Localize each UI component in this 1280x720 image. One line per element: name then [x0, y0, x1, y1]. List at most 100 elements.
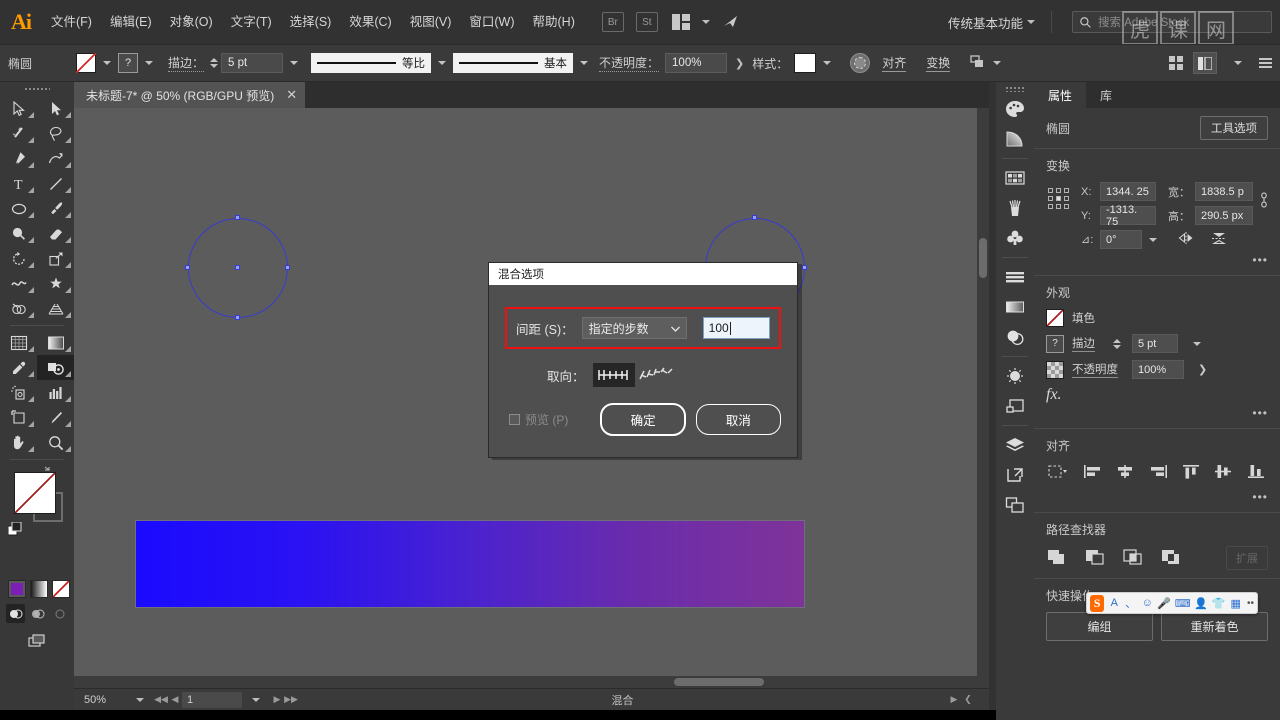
menu-file[interactable]: 文件(F): [42, 0, 101, 44]
artboards-icon[interactable]: [1000, 391, 1030, 421]
link-dimensions-icon[interactable]: [1257, 190, 1271, 213]
preview-checkbox[interactable]: [509, 414, 520, 425]
preview-checkbox-group[interactable]: 预览 (P): [509, 411, 590, 428]
document-tab[interactable]: 未标题-7* @ 50% (RGB/GPU 预览) ✕: [74, 82, 306, 108]
fx-button[interactable]: fx.: [1046, 386, 1062, 404]
transform-link[interactable]: 变换: [926, 54, 951, 72]
tool-width[interactable]: [0, 271, 37, 296]
opacity-field-properties[interactable]: 100%: [1132, 360, 1184, 379]
panel-chevron-icon[interactable]: [1234, 61, 1242, 65]
first-artboard-button[interactable]: ◀◀: [154, 694, 168, 705]
menu-effect[interactable]: 效果(C): [340, 0, 400, 44]
asset-export-icon[interactable]: [1000, 490, 1030, 520]
workspace-name[interactable]: 传统基本功能: [948, 13, 1023, 32]
opacity-expand-chevron-icon[interactable]: ❯: [1198, 363, 1207, 376]
align-to-page-icon[interactable]: [592, 363, 635, 387]
status-zoom-value[interactable]: 50%: [74, 694, 126, 706]
anchor-point[interactable]: [285, 265, 290, 270]
workspace-chevron-icon[interactable]: [1027, 20, 1035, 24]
dock-drag-handle[interactable]: [1005, 86, 1025, 92]
tab-libraries[interactable]: 库: [1086, 82, 1126, 108]
artboard-chevron-icon[interactable]: [252, 697, 260, 702]
group-button[interactable]: 编组: [1046, 612, 1153, 641]
gradient-mode-button[interactable]: [30, 580, 48, 598]
x-field[interactable]: 1344. 25: [1100, 182, 1156, 201]
ok-button[interactable]: 确定: [600, 403, 686, 436]
align-right-icon[interactable]: [1148, 464, 1168, 482]
menu-help[interactable]: 帮助(H): [524, 0, 584, 44]
draw-normal-icon[interactable]: [6, 604, 25, 623]
sogou-logo-icon[interactable]: S: [1090, 594, 1105, 612]
flip-vertical-icon[interactable]: [1210, 231, 1228, 248]
status-expand-icon[interactable]: ▶: [947, 694, 961, 705]
scrollbar-thumb[interactable]: [674, 678, 764, 686]
ime-toolbar[interactable]: S A 、 ☺ 🎤 ⌨ 👤 👕 ▦ ••: [1086, 592, 1258, 614]
tool-selection[interactable]: [0, 96, 37, 121]
tool-eyedropper[interactable]: [0, 355, 37, 380]
symbols-icon[interactable]: [1000, 223, 1030, 253]
color-mode-button[interactable]: [8, 580, 26, 598]
tool-options-button[interactable]: 工具选项: [1200, 116, 1268, 140]
align-link[interactable]: 对齐: [882, 54, 907, 72]
angle-field[interactable]: 0°: [1100, 230, 1142, 249]
apps-grid-icon[interactable]: [1169, 56, 1183, 70]
menu-edit[interactable]: 编辑(E): [101, 0, 161, 44]
edit-toolbar-icon[interactable]: [0, 633, 74, 649]
anchor-point[interactable]: [752, 215, 757, 220]
align-center-horizontal-icon[interactable]: [1115, 464, 1135, 482]
pathfinder-exclude-icon[interactable]: [1160, 548, 1182, 569]
last-artboard-button[interactable]: ▶▶: [284, 694, 298, 705]
properties-panel-toggle-icon[interactable]: [1193, 52, 1217, 74]
canvas-vertical-scrollbar[interactable]: [977, 108, 989, 688]
stroke-icon[interactable]: [1000, 262, 1030, 292]
flip-horizontal-icon[interactable]: [1178, 231, 1196, 248]
tool-slice[interactable]: [37, 405, 74, 430]
tool-shaper[interactable]: [0, 221, 37, 246]
reference-point-selector[interactable]: [1048, 188, 1069, 209]
tool-pen[interactable]: [0, 146, 37, 171]
menu-view[interactable]: 视图(V): [401, 0, 461, 44]
gradient-panel-icon[interactable]: [1000, 292, 1030, 322]
fill-swatch-properties[interactable]: [1046, 309, 1064, 327]
swap-fill-stroke-icon[interactable]: [44, 466, 56, 478]
align-left-icon[interactable]: [1083, 464, 1103, 482]
tool-column-graph[interactable]: [37, 380, 74, 405]
align-top-icon[interactable]: [1181, 464, 1201, 482]
tool-curvature[interactable]: [37, 146, 74, 171]
gradient-icon[interactable]: [1000, 124, 1030, 154]
zoom-chevron-icon[interactable]: [136, 697, 144, 702]
transform-more-button[interactable]: •••: [1046, 253, 1268, 267]
align-bottom-icon[interactable]: [1246, 464, 1266, 482]
fill-color-box[interactable]: [14, 472, 56, 514]
tool-mesh[interactable]: [0, 330, 37, 355]
tool-artboard[interactable]: [0, 405, 37, 430]
tool-perspective-grid[interactable]: [37, 296, 74, 321]
artboard-number-field[interactable]: 1: [182, 691, 242, 708]
tool-symbol-sprayer[interactable]: [0, 380, 37, 405]
draw-behind-icon[interactable]: [28, 604, 47, 623]
stroke-weight-field[interactable]: 5 pt: [221, 53, 284, 73]
scrollbar-thumb[interactable]: [979, 238, 987, 278]
stroke-weight-stepper[interactable]: [1113, 338, 1121, 349]
tool-blend[interactable]: [37, 355, 74, 380]
stroke-swatch[interactable]: ?: [118, 53, 138, 73]
brush-definition-preview[interactable]: 基本: [453, 53, 574, 73]
tool-scale[interactable]: [37, 246, 74, 271]
appearance-more-button[interactable]: •••: [1046, 406, 1268, 420]
next-artboard-button[interactable]: ▶: [270, 694, 284, 705]
angle-chevron-icon[interactable]: [1149, 237, 1157, 242]
tool-zoom[interactable]: [37, 430, 74, 455]
fill-chevron-icon[interactable]: [103, 61, 111, 65]
brushes-icon[interactable]: [1000, 193, 1030, 223]
links-icon[interactable]: [1000, 460, 1030, 490]
none-mode-button[interactable]: [52, 580, 70, 598]
menu-window[interactable]: 窗口(W): [460, 0, 523, 44]
anchor-point[interactable]: [185, 265, 190, 270]
status-menu-icon[interactable]: ❮: [961, 694, 975, 705]
tool-type[interactable]: T: [0, 171, 37, 196]
stock-icon[interactable]: St: [635, 12, 658, 32]
gradient-rectangle[interactable]: [135, 520, 805, 608]
cancel-button[interactable]: 取消: [695, 404, 781, 435]
panel-menu-icon[interactable]: [1259, 58, 1272, 68]
ime-language-icon[interactable]: A: [1108, 595, 1120, 612]
